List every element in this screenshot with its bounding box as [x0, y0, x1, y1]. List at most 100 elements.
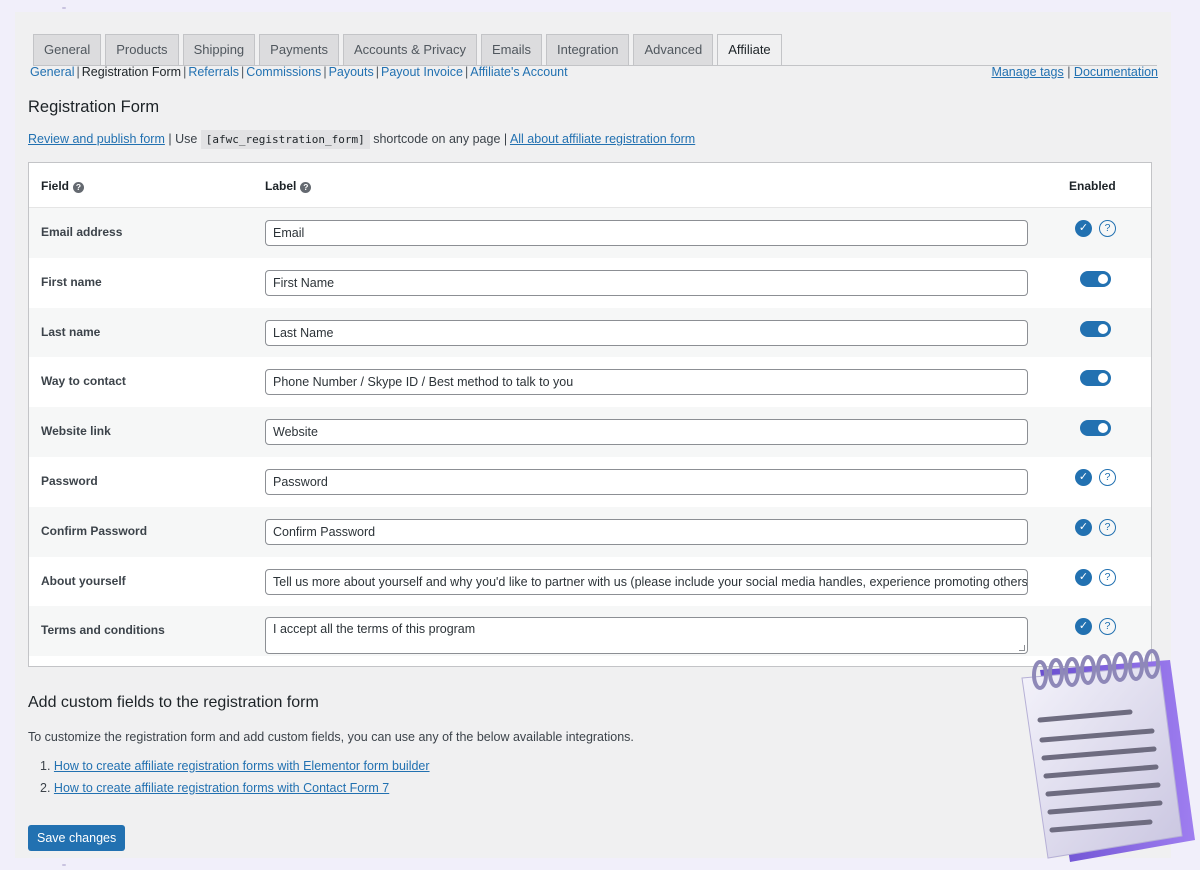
header-label-label: Label [265, 179, 297, 193]
label-textarea[interactable]: I accept all the terms of this program [265, 617, 1028, 655]
custom-fields-title: Add custom fields to the registration fo… [28, 694, 319, 711]
subnav-general[interactable]: General [30, 65, 74, 79]
subnav-commissions[interactable]: Commissions [246, 65, 321, 79]
subnav-registration-form: Registration Form [81, 65, 182, 79]
tab-integration[interactable]: Integration [546, 34, 630, 65]
label-input[interactable]: Tell us more about yourself and why you'… [265, 568, 1028, 595]
table-row: Website link Website [29, 407, 1151, 457]
field-name: First name [41, 274, 102, 289]
label-input[interactable]: Phone Number / Skype ID / Best method to… [265, 369, 1028, 396]
manage-tags-link[interactable]: Manage tags [991, 65, 1063, 79]
tab-products[interactable]: Products [105, 34, 179, 65]
question-circle-icon[interactable]: ? [1099, 468, 1116, 486]
subnav-separator: | [183, 65, 187, 79]
label-input[interactable]: Website [265, 419, 1028, 446]
header-field: Field? [41, 179, 85, 193]
enabled-toggle[interactable] [1080, 370, 1111, 387]
field-name: Confirm Password [41, 523, 148, 538]
subnav-separator: | [241, 65, 245, 79]
header-field-label: Field [41, 179, 70, 193]
label-value: Phone Number / Skype ID / Best method to… [273, 375, 574, 390]
page-title: Registration Form [28, 98, 160, 116]
question-circle-icon[interactable]: ? [300, 182, 312, 193]
field-name: Website link [41, 424, 111, 439]
check-circle-icon: ✓ [1075, 518, 1092, 536]
label-input[interactable]: Password [265, 468, 1028, 495]
documentation-link[interactable]: Documentation [1074, 65, 1158, 79]
table-row: Confirm Password Confirm Password ✓? [29, 506, 1151, 557]
backdrop-dot [62, 7, 66, 9]
table-row: Last name Last Name [29, 307, 1151, 358]
about-registration-link[interactable]: All about affiliate registration form [510, 132, 695, 146]
list-item: 2. How to create affiliate registration … [40, 781, 430, 803]
check-circle-icon: ✓ [1075, 568, 1092, 586]
list-number: 2. [40, 781, 51, 795]
label-input[interactable]: Email [265, 220, 1028, 246]
enabled-toggle[interactable] [1080, 320, 1111, 337]
notepad-illustration [1021, 649, 1195, 862]
field-name: Terms and conditions [41, 623, 165, 638]
shortcode: [afwc_registration_form] [200, 130, 370, 149]
review-publish-link[interactable]: Review and publish form [28, 132, 165, 146]
registration-fields-table: Field? Label? Enabled Email address Email… [28, 162, 1152, 667]
enabled-toggle[interactable] [1080, 270, 1111, 287]
settings-panel: General Products Shipping Payments Accou… [15, 12, 1171, 858]
subnav-separator: | [76, 65, 80, 79]
tab-general[interactable]: General [33, 34, 102, 65]
elementor-guide-link[interactable]: How to create affiliate registration for… [54, 759, 430, 773]
table-row: Email address Email ✓? [29, 208, 1151, 258]
tab-advanced[interactable]: Advanced [633, 34, 714, 65]
table-header: Field? Label? Enabled [29, 163, 1151, 208]
table-row: Way to contact Phone Number / Skype ID / … [29, 357, 1151, 407]
top-links: Manage tags | Documentation [991, 65, 1158, 79]
enabled-toggle[interactable] [1080, 420, 1111, 437]
tab-emails[interactable]: Emails [480, 34, 542, 65]
question-circle-icon[interactable]: ? [73, 182, 85, 193]
label-input[interactable]: Confirm Password [265, 518, 1028, 545]
top-links-separator: | [1063, 65, 1074, 79]
contact-form-7-guide-link[interactable]: How to create affiliate registration for… [54, 781, 389, 795]
label-input[interactable]: First Name [265, 269, 1028, 296]
integrations-list: 1. How to create affiliate registration … [40, 759, 430, 803]
check-circle-icon: ✓ [1075, 618, 1092, 636]
save-changes-button[interactable]: Save changes [28, 825, 126, 851]
subnav-payout-invoice[interactable]: Payout Invoice [381, 65, 463, 79]
custom-fields-description: To customize the registration form and a… [28, 730, 634, 744]
check-circle-icon: ✓ [1075, 468, 1092, 486]
check-circle-icon: ✓ [1075, 220, 1092, 237]
label-value: Confirm Password [273, 524, 376, 539]
question-circle-icon[interactable]: ? [1099, 618, 1116, 636]
tab-payments[interactable]: Payments [259, 34, 339, 65]
label-value: Last Name [273, 325, 334, 340]
field-name: About yourself [41, 573, 126, 588]
tab-affiliate[interactable]: Affiliate [717, 34, 782, 66]
field-name: Email address [41, 225, 123, 239]
list-item: 1. How to create affiliate registration … [40, 759, 430, 781]
label-value: I accept all the terms of this program [273, 622, 476, 637]
tab-shipping[interactable]: Shipping [182, 34, 256, 65]
label-value: Password [273, 474, 328, 489]
settings-tabs: General Products Shipping Payments Accou… [33, 23, 782, 66]
header-label: Label? [265, 179, 312, 193]
table-body: Email address Email ✓? First name First Name… [29, 208, 1151, 657]
subnav: General | Registration Form | Referrals | Comm… [30, 65, 568, 79]
list-number: 1. [40, 759, 51, 773]
label-value: First Name [273, 275, 335, 290]
tab-accounts-privacy[interactable]: Accounts & Privacy [342, 34, 477, 65]
question-circle-icon[interactable]: ? [1099, 518, 1116, 536]
question-circle-icon[interactable]: ? [1099, 568, 1116, 586]
subnav-separator: | [464, 65, 469, 79]
field-name: Last name [41, 324, 101, 339]
header-enabled: Enabled [1069, 179, 1116, 193]
label-value: Website [273, 425, 318, 440]
table-row: Terms and conditions I accept all the ter… [29, 606, 1151, 657]
intro-line: Review and publish form | Use [afwc_regi… [28, 130, 695, 149]
question-circle-icon[interactable]: ? [1099, 220, 1116, 237]
subnav-payouts[interactable]: Payouts [329, 65, 374, 79]
subnav-referrals[interactable]: Referrals [188, 65, 239, 79]
subnav-affiliates-account[interactable]: Affiliate's Account [470, 65, 567, 79]
shortcode-text: shortcode on any page | [373, 132, 508, 146]
table-row: About yourself Tell us more about yoursel… [29, 557, 1151, 607]
label-input[interactable]: Last Name [265, 319, 1028, 346]
label-value: Email [273, 226, 305, 240]
